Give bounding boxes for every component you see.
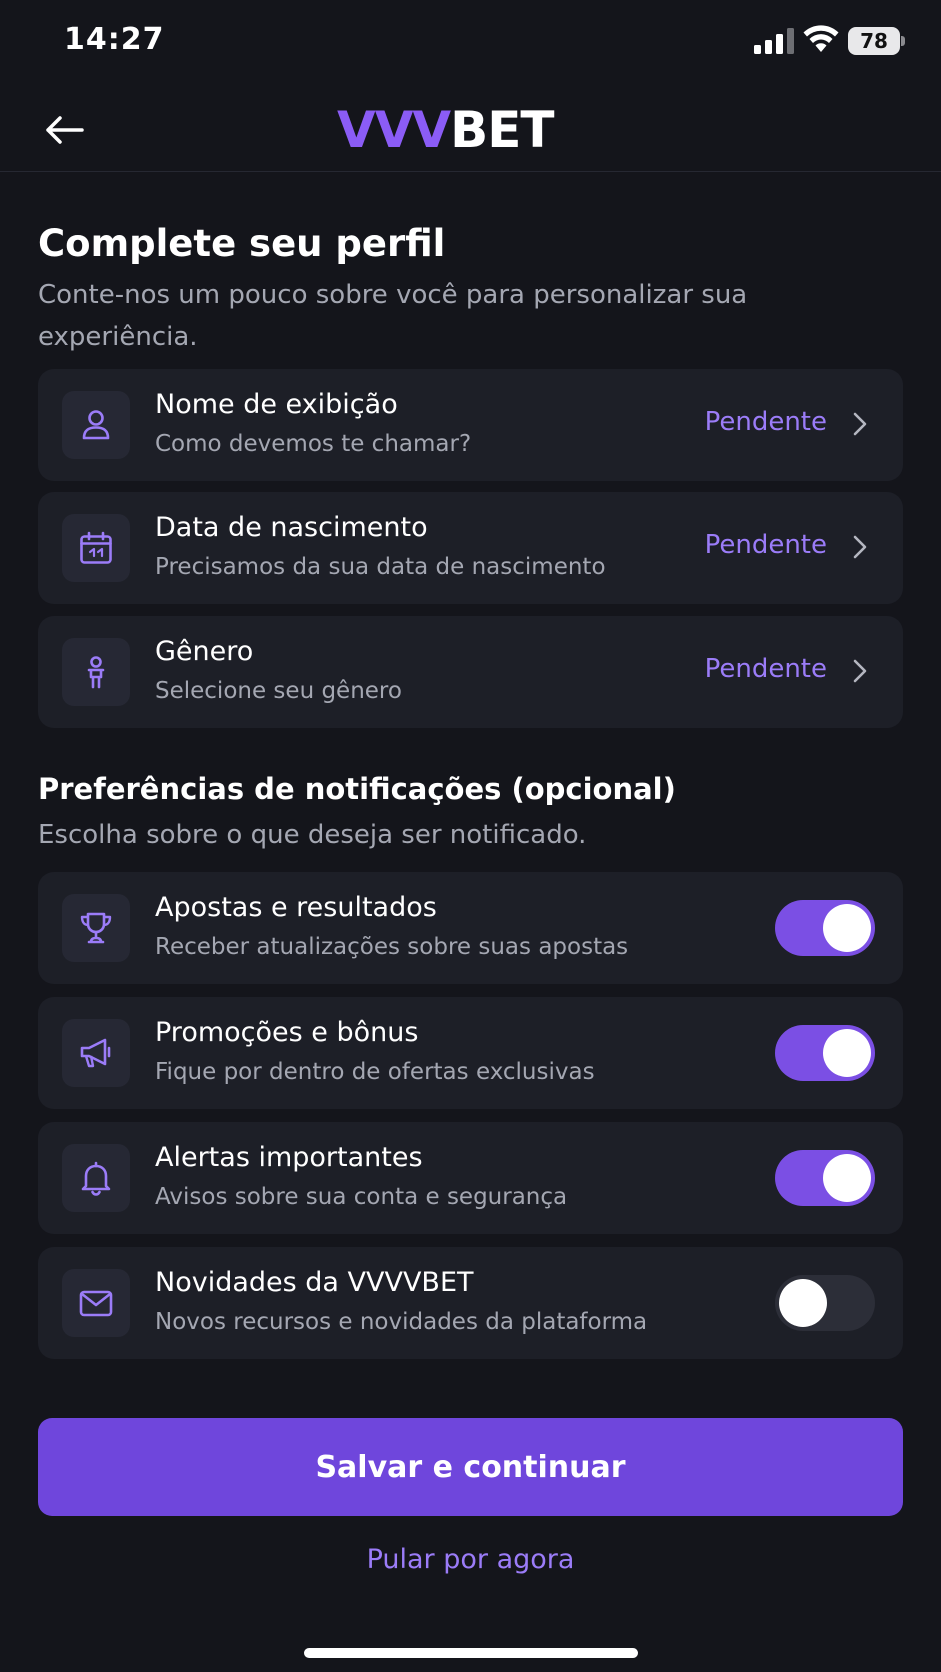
icon-box [62,391,130,459]
item-title: Nome de exibição [155,389,398,420]
profile-item-display-name[interactable]: Nome de exibição Como devemos te chamar?… [38,369,903,481]
toggle-knob [779,1279,827,1327]
notifications-section-subtitle: Escolha sobre o que deseja ser notificad… [38,820,587,850]
trophy-icon [80,912,112,944]
news-toggle[interactable] [775,1275,875,1331]
chevron-right-icon [853,412,867,436]
icon-box [62,1144,130,1212]
status-time: 14:27 [64,22,165,57]
item-description: Selecione seu gênero [155,678,402,704]
icon-box [62,1019,130,1087]
item-description: Receber atualizações sobre suas apostas [155,934,629,960]
item-title: Novidades da VVVVBET [155,1267,474,1298]
toggle-knob [823,904,871,952]
app-header: VVVBET [0,84,941,172]
user-icon [82,410,110,440]
profile-item-gender[interactable]: Gênero Selecione seu gênero Pendente [38,616,903,728]
toggle-knob [823,1154,871,1202]
battery-level: 78 [848,27,900,55]
cellular-signal-icon [754,28,794,54]
item-description: Precisamos da sua data de nascimento [155,554,606,580]
notification-item-alerts: Alertas importantes Avisos sobre sua con… [38,1122,903,1234]
icon-box [62,638,130,706]
skip-link[interactable]: Pular por agora [0,1544,941,1575]
battery-nub [901,36,905,46]
icon-box [62,1269,130,1337]
item-title: Promoções e bônus [155,1017,419,1048]
alerts-toggle[interactable] [775,1150,875,1206]
mail-icon [79,1290,113,1317]
battery-indicator: 78 [848,27,905,55]
item-description: Novos recursos e novidades da plataforma [155,1309,648,1335]
bell-icon [81,1161,111,1196]
chevron-right-icon [853,659,867,683]
calendar-icon [80,531,112,564]
arrow-left-icon [46,116,84,144]
status-pending: Pendente [704,407,827,437]
notification-item-bets: Apostas e resultados Receber atualizaçõe… [38,872,903,984]
save-continue-button[interactable]: Salvar e continuar [38,1418,903,1516]
notification-item-news: Novidades da VVVVBET Novos recursos e no… [38,1247,903,1359]
item-title: Apostas e resultados [155,892,437,923]
wifi-icon [803,25,839,52]
icon-box [62,514,130,582]
page-subtitle: Conte-nos um pouco sobre você para perso… [38,280,748,352]
profile-item-birth-date[interactable]: Data de nascimento Precisamos da sua dat… [38,492,903,604]
person-icon [87,656,105,689]
logo-part-bet: BET [450,101,554,159]
logo-part-vvv: VVV [337,101,451,159]
item-description: Fique por dentro de ofertas exclusivas [155,1059,595,1085]
status-pending: Pendente [704,530,827,560]
status-pending: Pendente [704,654,827,684]
profile-setup-screen: 14:27 78 VVVBET Complete seu perfil Cont… [0,0,941,1672]
icon-box [62,894,130,962]
app-logo: VVVBET [337,100,554,160]
notification-item-promotions: Promoções e bônus Fique por dentro de of… [38,997,903,1109]
item-title: Data de nascimento [155,512,428,543]
status-bar: 14:27 78 [0,0,941,84]
chevron-right-icon [853,535,867,559]
item-title: Gênero [155,636,254,667]
promotions-toggle[interactable] [775,1025,875,1081]
item-description: Como devemos te chamar? [155,431,472,457]
home-indicator [304,1648,638,1658]
item-title: Alertas importantes [155,1142,423,1173]
page-title: Complete seu perfil [38,222,446,265]
toggle-knob [823,1029,871,1077]
notifications-section-title: Preferências de notificações (opcional) [38,772,676,806]
megaphone-icon [80,1038,111,1068]
back-button[interactable] [38,108,90,152]
bets-toggle[interactable] [775,900,875,956]
item-description: Avisos sobre sua conta e segurança [155,1184,568,1210]
